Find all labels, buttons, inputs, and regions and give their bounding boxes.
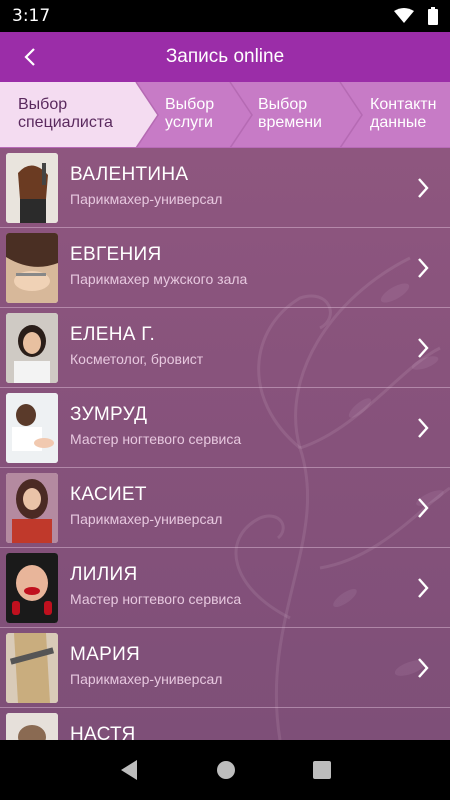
back-nav-icon[interactable]: [119, 759, 139, 781]
specialist-name: МАРИЯ: [70, 644, 141, 665]
specialist-name: ЕВГЕНИЯ: [70, 244, 162, 265]
app-bar: Запись online: [0, 32, 450, 82]
avatar: [6, 633, 58, 703]
step-label: Выбор специалиста: [18, 96, 113, 131]
status-icons: [394, 7, 438, 25]
avatar: [6, 553, 58, 623]
back-arrow-icon: [24, 48, 35, 66]
chevron-right-icon: [418, 178, 429, 198]
specialist-role: Парикмахер-универсал: [70, 191, 223, 207]
step-label: Выбор услуги: [165, 96, 215, 131]
chevron-right-icon: [418, 658, 429, 678]
avatar: [6, 313, 58, 383]
specialist-row-mariya[interactable]: МАРИЯ Парикмахер-универсал: [0, 628, 450, 708]
specialist-name: НАСТЯ: [70, 724, 136, 740]
chevron-right-icon: [418, 338, 429, 358]
step-service[interactable]: Выбор услуги: [137, 82, 215, 147]
specialist-name: КАСИЕТ: [70, 484, 147, 505]
back-button[interactable]: [14, 41, 46, 73]
specialist-row-nastya[interactable]: НАСТЯ: [0, 708, 450, 740]
page-title: Запись online: [165, 46, 285, 67]
step-contacts[interactable]: Контактн данные: [342, 82, 437, 147]
chevron-right-icon: [418, 578, 429, 598]
avatar: [6, 233, 58, 303]
specialist-role: Парикмахер-универсал: [70, 511, 223, 527]
step-label: Выбор времени: [258, 96, 322, 131]
avatar: [6, 393, 58, 463]
specialist-row-valentina[interactable]: ВАЛЕНТИНА Парикмахер-универсал: [0, 148, 450, 228]
specialist-role: Косметолог, бровист: [70, 351, 204, 367]
avatar: [6, 473, 58, 543]
step-label: Контактн данные: [370, 96, 437, 131]
battery-icon: [428, 7, 438, 25]
navigation-bar: [0, 740, 450, 800]
chevron-right-icon: [418, 498, 429, 518]
specialist-row-elena[interactable]: ЕЛЕНА Г. Косметолог, бровист: [0, 308, 450, 388]
booking-steps: Выбор специалиста Выбор услуги Выбор вре…: [0, 82, 450, 148]
specialist-row-kasiet[interactable]: КАСИЕТ Парикмахер-универсал: [0, 468, 450, 548]
step-specialist[interactable]: Выбор специалиста: [0, 82, 113, 147]
chevron-right-icon: [418, 418, 429, 438]
specialist-name: ЛИЛИЯ: [70, 564, 138, 585]
specialist-name: ЕЛЕНА Г.: [70, 324, 156, 345]
specialist-name: ВАЛЕНТИНА: [70, 164, 189, 185]
specialist-role: Парикмахер-универсал: [70, 671, 223, 687]
specialist-role: Парикмахер мужского зала: [70, 271, 248, 287]
avatar: [6, 713, 58, 740]
specialist-role: Мастер ногтевого сервиса: [70, 431, 242, 447]
specialist-role: Мастер ногтевого сервиса: [70, 591, 242, 607]
specialist-row-zumrud[interactable]: ЗУМРУД Мастер ногтевого сервиса: [0, 388, 450, 468]
home-nav-icon[interactable]: [216, 760, 236, 780]
recents-nav-icon[interactable]: [313, 761, 332, 779]
wifi-icon: [394, 8, 414, 23]
avatar: [6, 153, 58, 223]
status-bar: 3:17: [0, 0, 450, 32]
step-time[interactable]: Выбор времени: [230, 82, 322, 147]
status-time: 3:17: [12, 6, 51, 26]
specialist-row-evgeniya[interactable]: ЕВГЕНИЯ Парикмахер мужского зала: [0, 228, 450, 308]
chevron-right-icon: [418, 258, 429, 278]
specialist-name: ЗУМРУД: [70, 404, 148, 425]
specialist-row-liliya[interactable]: ЛИЛИЯ Мастер ногтевого сервиса: [0, 548, 450, 628]
specialist-list: ВАЛЕНТИНА Парикмахер-универсал ЕВГЕНИЯ П…: [0, 148, 450, 740]
